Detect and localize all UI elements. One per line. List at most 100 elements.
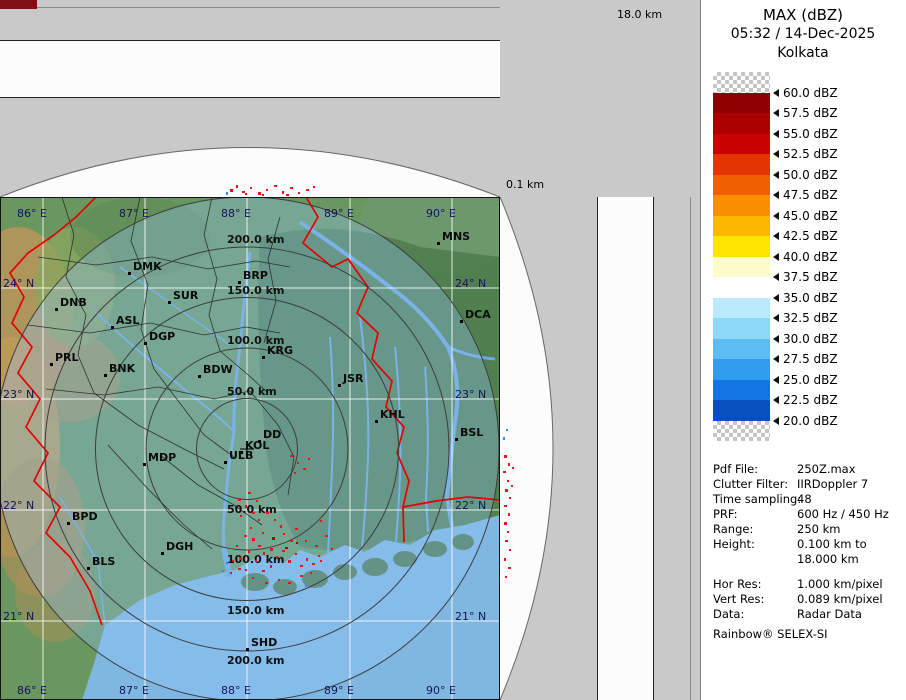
radar-echo-speck <box>290 540 293 542</box>
radar-echo-speck <box>262 194 264 196</box>
radar-echo-speck <box>252 512 255 514</box>
radar-echo-speck <box>232 560 234 562</box>
meta-value: 18.000 km <box>797 552 859 566</box>
scale-tick-label: 45.0 dBZ <box>783 209 838 223</box>
radar-echo-speck <box>504 455 507 458</box>
city-label-DGH: DGH <box>166 540 193 553</box>
radar-echo-speck <box>298 192 300 194</box>
radar-echo-speck <box>270 548 273 551</box>
range-ring-label: 150.0 km <box>227 284 284 297</box>
scale-tick-arrow-icon <box>773 355 779 363</box>
radar-echo-speck <box>511 485 513 487</box>
scale-tick-arrow-icon <box>773 294 779 302</box>
scale-tick-label: 32.5 dBZ <box>783 311 838 325</box>
radar-echo-speck <box>300 575 303 577</box>
range-ring-label: 200.0 km <box>227 654 284 667</box>
legend-header: MAX (dBZ) 05:32 / 14-Dec-2025 Kolkata <box>701 6 905 63</box>
meta-key: Hor Res: <box>713 577 761 591</box>
radar-map[interactable]: 86° E86° E87° E87° E88° E88° E89° E89° E… <box>0 197 500 700</box>
meta-key: Height: <box>713 537 755 551</box>
scale-color-box <box>713 359 770 380</box>
radar-echo-speck <box>276 556 278 558</box>
radar-echo-speck <box>288 560 291 563</box>
scale-tick-arrow-icon <box>773 109 779 117</box>
scale-tick-arrow-icon <box>773 150 779 158</box>
scale-tick: 40.0 dBZ <box>773 250 838 264</box>
radar-echo-speck <box>318 555 320 557</box>
scale-color-box <box>713 257 770 278</box>
radar-echo-speck <box>305 540 307 542</box>
radar-echo-speck <box>296 542 298 544</box>
scale-tick-arrow-icon <box>773 130 779 138</box>
meta-value: IIRDoppler 7 <box>797 477 868 491</box>
radar-echo-speck <box>288 582 291 584</box>
radar-echo-speck <box>266 189 268 191</box>
lat-label-right: 21° N <box>455 610 486 623</box>
city-label-ASL: ASL <box>116 314 139 327</box>
city-dot-DNB <box>55 308 58 311</box>
meta-value: 600 Hz / 450 Hz <box>797 507 889 521</box>
city-dot-BLS <box>87 567 90 570</box>
scale-color-box <box>713 298 770 319</box>
scale-tick: 35.0 dBZ <box>773 291 838 305</box>
city-label-KHL: KHL <box>380 408 405 421</box>
scale-color-box <box>713 72 770 93</box>
product-title: MAX (dBZ) <box>701 6 905 25</box>
radar-echo-speck <box>256 500 258 502</box>
city-dot-BPD <box>67 522 70 525</box>
scale-tick: 50.0 dBZ <box>773 168 838 182</box>
meta-key: PRF: <box>713 507 738 521</box>
city-label-SHD: SHD <box>251 636 277 649</box>
city-dot-BDW <box>198 375 201 378</box>
lon-label-top: 90° E <box>426 207 456 220</box>
radar-echo-speck <box>270 565 272 568</box>
scale-color-box <box>713 421 770 442</box>
meta-value: Radar Data <box>797 607 862 621</box>
scale-tick-label: 22.5 dBZ <box>783 393 838 407</box>
city-dot-JSR <box>338 384 341 387</box>
scale-color-box <box>713 93 770 114</box>
city-label-MNS: MNS <box>442 230 470 243</box>
lon-label-top: 87° E <box>119 207 149 220</box>
scale-tick-label: 37.5 dBZ <box>783 270 838 284</box>
scale-tick-arrow-icon <box>773 191 779 199</box>
radar-application-window: 18.0 km 0.1 km <box>0 0 906 700</box>
scale-color-box <box>713 154 770 175</box>
radar-echo-speck <box>290 187 293 189</box>
radar-echo-speck <box>250 187 252 189</box>
city-dot-BNK <box>104 374 107 377</box>
city-dot-SUR <box>168 301 171 304</box>
radar-echo-speck <box>505 489 508 492</box>
meta-value: 0.100 km to <box>797 537 867 551</box>
meta-key: Clutter Filter: <box>713 477 788 491</box>
radar-echo-speck <box>230 572 232 574</box>
lon-label-bottom: 87° E <box>119 684 149 697</box>
radar-echo-speck <box>283 533 285 535</box>
radar-echo-speck <box>274 519 276 521</box>
meta-value: 0.089 km/pixel <box>797 592 883 606</box>
meta-value: 1.000 km/pixel <box>797 577 883 591</box>
legend-panel: MAX (dBZ) 05:32 / 14-Dec-2025 Kolkata 60… <box>700 0 906 700</box>
radar-echo-speck <box>509 497 511 499</box>
scale-tick-arrow-icon <box>773 396 779 404</box>
height-axis-corner-panel: 18.0 km 0.1 km <box>500 0 700 197</box>
radar-echo-speck <box>262 532 264 534</box>
city-dot-MNS <box>437 242 440 245</box>
lat-label-left: 21° N <box>3 610 34 623</box>
radar-echo-speck <box>504 522 507 525</box>
radar-echo-speck <box>226 192 228 195</box>
scale-tick-label: 30.0 dBZ <box>783 332 838 346</box>
radar-echo-speck <box>230 189 233 192</box>
lat-label-left: 22° N <box>3 499 34 512</box>
right-echo-layer <box>500 197 700 700</box>
site-name: Kolkata <box>701 44 905 63</box>
city-dot-MDP <box>143 463 146 466</box>
radar-echo-speck <box>320 560 322 562</box>
lon-label-top: 88° E <box>221 207 251 220</box>
range-ring-label: 200.0 km <box>227 233 284 246</box>
city-label-KRG: KRG <box>267 344 293 357</box>
radar-echo-speck <box>245 569 247 571</box>
dbz-scale: 60.0 dBZ57.5 dBZ55.0 dBZ52.5 dBZ50.0 dBZ… <box>713 72 903 444</box>
radar-echo-speck <box>238 568 241 570</box>
radar-echo-speck <box>331 548 333 550</box>
